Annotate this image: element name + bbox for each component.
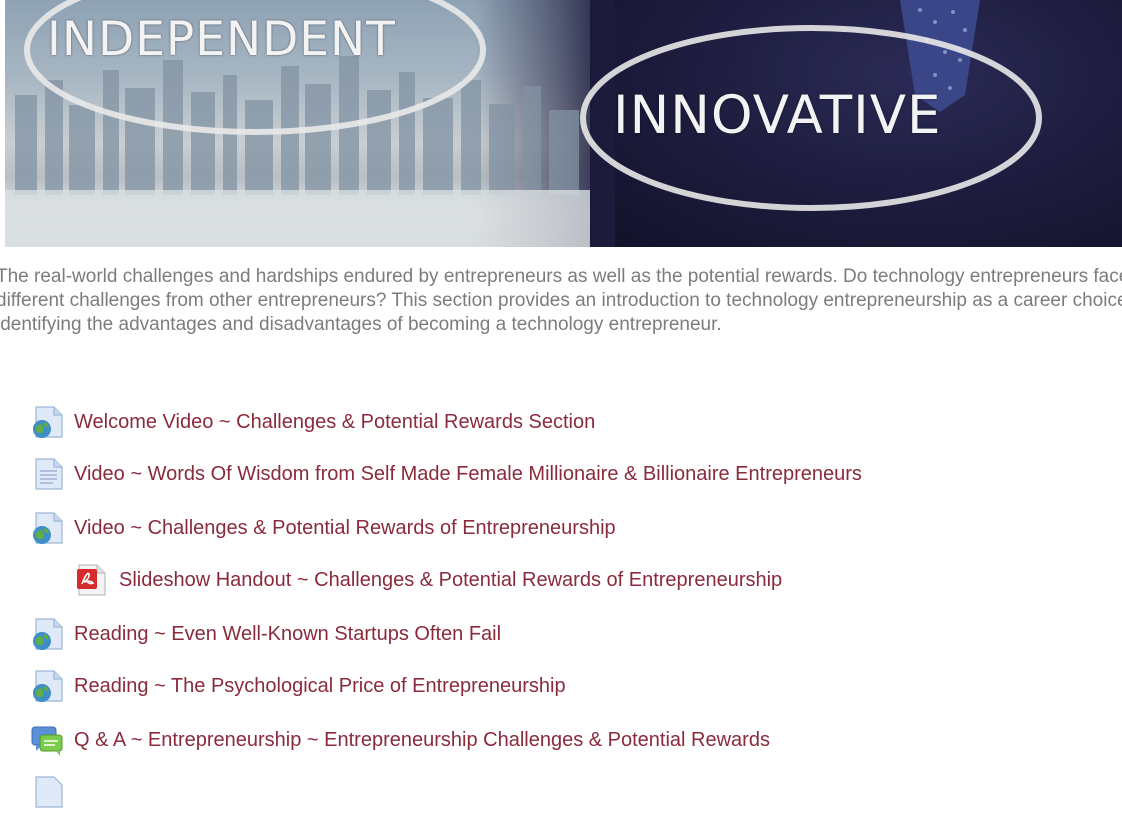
activity-label[interactable]: Slideshow Handout ~ Challenges & Potenti…: [119, 569, 782, 592]
url-globe-icon: [30, 617, 64, 651]
activity-words-of-wisdom[interactable]: Video ~ Words Of Wisdom from Self Made F…: [30, 457, 862, 491]
activity-welcome-video[interactable]: Welcome Video ~ Challenges & Potential R…: [30, 405, 595, 439]
pdf-icon: [75, 563, 109, 597]
url-globe-icon: [30, 405, 64, 439]
activity-list: Welcome Video ~ Challenges & Potential R…: [0, 0, 1122, 808]
activity-partially-visible[interactable]: [30, 775, 64, 809]
forum-icon: [30, 723, 64, 757]
url-globe-icon: [30, 669, 64, 703]
page-icon: [30, 775, 64, 809]
url-globe-icon: [30, 511, 64, 545]
activity-label[interactable]: Reading ~ Even Well-Known Startups Often…: [74, 623, 501, 646]
activity-label[interactable]: Video ~ Challenges & Potential Rewards o…: [74, 517, 616, 540]
activity-challenges-video[interactable]: Video ~ Challenges & Potential Rewards o…: [30, 511, 616, 545]
activity-reading-startups[interactable]: Reading ~ Even Well-Known Startups Often…: [30, 617, 501, 651]
page-icon: [30, 457, 64, 491]
activity-qa-forum[interactable]: Q & A ~ Entrepreneurship ~ Entrepreneurs…: [30, 723, 770, 757]
activity-reading-psychological-price[interactable]: Reading ~ The Psychological Price of Ent…: [30, 669, 566, 703]
activity-label[interactable]: Q & A ~ Entrepreneurship ~ Entrepreneurs…: [74, 729, 770, 752]
activity-label[interactable]: Video ~ Words Of Wisdom from Self Made F…: [74, 463, 862, 486]
activity-label[interactable]: Reading ~ The Psychological Price of Ent…: [74, 675, 566, 698]
activity-slideshow-handout[interactable]: Slideshow Handout ~ Challenges & Potenti…: [75, 563, 782, 597]
activity-label[interactable]: Welcome Video ~ Challenges & Potential R…: [74, 411, 595, 434]
